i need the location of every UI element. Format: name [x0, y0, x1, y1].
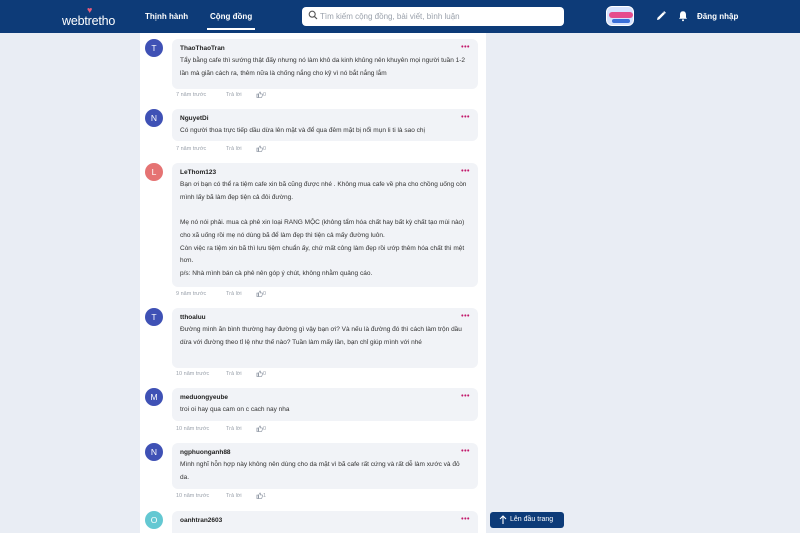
comment-bubble: ngphuonganh88 Mình nghĩ hỗn hợp này khôn…: [172, 443, 478, 489]
like-button[interactable]: 0: [256, 91, 266, 98]
avatar[interactable]: T: [145, 308, 163, 326]
more-options-icon[interactable]: •••: [461, 516, 470, 523]
comment-author[interactable]: NguyetDi: [180, 114, 470, 123]
comment-timestamp: 10 năm trước: [176, 371, 210, 377]
back-to-top-label: Lên đầu trang: [510, 516, 554, 523]
comment-author[interactable]: oanhtran2603: [180, 516, 470, 525]
like-count: 0: [263, 290, 267, 297]
reply-button[interactable]: Trả lời: [226, 426, 242, 432]
comment-text: troi oi hay qua cam on c cach nay nha: [180, 406, 290, 413]
more-options-icon[interactable]: •••: [461, 44, 470, 51]
like-button[interactable]: 1: [256, 492, 266, 499]
comment-author[interactable]: tthoaluu: [180, 313, 470, 322]
thumbs-up-icon: [256, 290, 263, 297]
comment-bubble: LeThom123 Bạn ơi bạn có thể ra tiệm cafe…: [172, 163, 478, 287]
like-count: 1: [263, 492, 267, 499]
logo-text: webtretho: [62, 14, 116, 28]
like-count: 0: [263, 370, 267, 377]
comment-text: Có người thoa trực tiếp dầu dừa lên mặt …: [180, 127, 425, 134]
event-badge-image[interactable]: [606, 6, 634, 26]
login-button[interactable]: Đăng nhập: [697, 12, 738, 21]
avatar[interactable]: O: [145, 511, 163, 529]
like-button[interactable]: 0: [256, 370, 266, 377]
avatar[interactable]: L: [145, 163, 163, 181]
like-count: 0: [263, 145, 267, 152]
thumbs-up-icon: [256, 425, 263, 432]
comment-feed: T ThaoThaoTran Tẩy bằng cafe thì sướng t…: [140, 33, 486, 533]
avatar[interactable]: N: [145, 109, 163, 127]
comment-text: Đường mình ăn bình thường hay đường gì v…: [180, 326, 462, 346]
reply-button[interactable]: Trả lời: [226, 146, 242, 152]
comment-timestamp: 10 năm trước: [176, 493, 210, 499]
comment-text: Tẩy bằng cafe thì sướng thật đấy nhưng n…: [180, 57, 466, 77]
more-options-icon[interactable]: •••: [461, 448, 470, 455]
back-to-top-button[interactable]: Lên đầu trang: [490, 512, 564, 528]
comment-author[interactable]: ngphuonganh88: [180, 448, 470, 457]
thumbs-up-icon: [256, 492, 263, 499]
like-button[interactable]: 0: [256, 290, 266, 297]
comment-author[interactable]: LeThom123: [180, 168, 470, 177]
reply-button[interactable]: Trả lời: [226, 92, 242, 98]
like-count: 0: [263, 91, 267, 98]
comment-timestamp: 10 năm trước: [176, 426, 210, 432]
more-options-icon[interactable]: •••: [461, 114, 470, 121]
comment-author[interactable]: meduongyeube: [180, 393, 470, 402]
search-input[interactable]: [320, 9, 558, 24]
pencil-icon[interactable]: [655, 10, 667, 22]
search-icon: [308, 10, 318, 20]
arrow-up-icon: [499, 515, 507, 524]
more-options-icon[interactable]: •••: [461, 168, 470, 175]
comment-bubble: oanhtran2603 •••: [172, 511, 478, 533]
reply-button[interactable]: Trả lời: [226, 493, 242, 499]
avatar[interactable]: T: [145, 39, 163, 57]
thumbs-up-icon: [256, 370, 263, 377]
like-count: 0: [263, 425, 267, 432]
reply-button[interactable]: Trả lời: [226, 291, 242, 297]
search-bar[interactable]: [302, 7, 564, 26]
comment-text: Bạn ơi bạn có thể ra tiệm cafe xin bã cũ…: [180, 181, 467, 277]
reply-button[interactable]: Trả lời: [226, 371, 242, 377]
thumbs-up-icon: [256, 91, 263, 98]
more-options-icon[interactable]: •••: [461, 393, 470, 400]
thumbs-up-icon: [256, 145, 263, 152]
comment-bubble: NguyetDi Có người thoa trực tiếp dầu dừa…: [172, 109, 478, 141]
comment-bubble: ThaoThaoTran Tẩy bằng cafe thì sướng thậ…: [172, 39, 478, 89]
comment-author[interactable]: ThaoThaoTran: [180, 44, 470, 53]
more-options-icon[interactable]: •••: [461, 313, 470, 320]
avatar[interactable]: N: [145, 443, 163, 461]
comment-text: Mình nghĩ hỗn hợp này không nên dùng cho…: [180, 461, 460, 481]
avatar[interactable]: M: [145, 388, 163, 406]
bell-icon[interactable]: [677, 10, 689, 22]
like-button[interactable]: 0: [256, 145, 266, 152]
comment-timestamp: 7 năm trước: [176, 92, 207, 98]
like-button[interactable]: 0: [256, 425, 266, 432]
comment-timestamp: 9 năm trước: [176, 291, 207, 297]
tab-trending[interactable]: Thịnh hành: [145, 12, 188, 21]
comment-timestamp: 7 năm trước: [176, 146, 207, 152]
comment-bubble: tthoaluu Đường mình ăn bình thường hay đ…: [172, 308, 478, 368]
comment-bubble: meduongyeube troi oi hay qua cam on c ca…: [172, 388, 478, 421]
tab-community[interactable]: Cộng đồng: [206, 12, 256, 30]
top-navigation-bar: ♥ webtretho Thịnh hành Cộng đồng Đăng nh…: [0, 0, 800, 33]
